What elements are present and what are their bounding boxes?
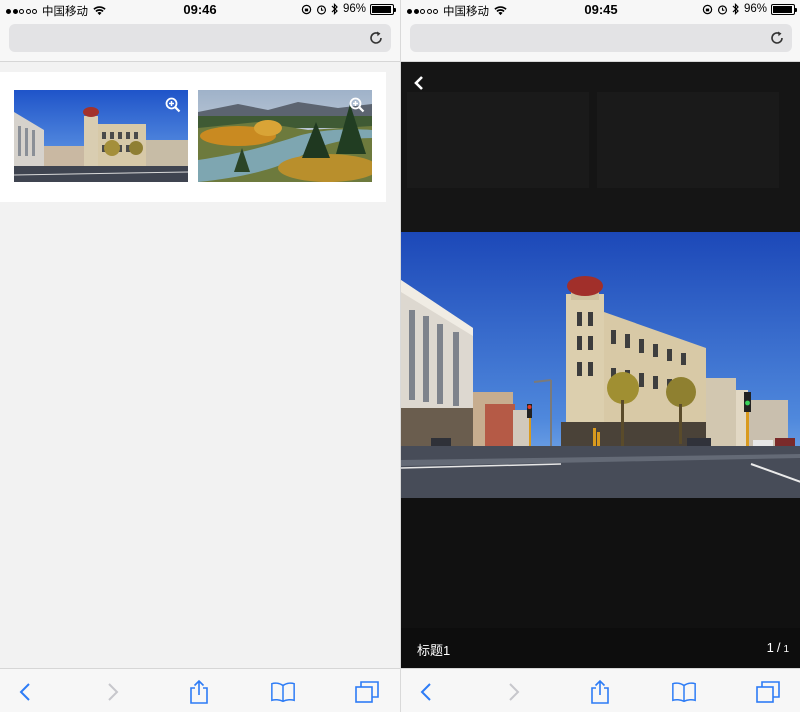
alarm-icon: [316, 4, 327, 14]
gallery-thumbnail-river[interactable]: [198, 90, 372, 182]
dimmed-thumbnail: [597, 92, 779, 188]
bookmarks-icon: [672, 682, 696, 703]
tabs-button[interactable]: [755, 679, 781, 705]
browser-chrome: 中国移动 09:45 96%: [401, 0, 800, 62]
photo-counter-current: 1: [766, 640, 774, 655]
back-button[interactable]: [12, 679, 38, 705]
orientation-lock-icon: [301, 4, 312, 14]
forward-button[interactable]: [501, 679, 527, 705]
share-icon: [591, 679, 609, 704]
safari-toolbar: [0, 668, 400, 712]
share-icon: [190, 679, 208, 704]
right-phone-screen: 中国移动 09:45 96% 标题1 1 / 1: [400, 0, 800, 712]
photo-counter-separator: /: [776, 640, 781, 655]
bluetooth-icon: [732, 3, 739, 15]
tabs-icon: [355, 681, 379, 703]
left-phone-screen: 中国移动 09:46 96%: [0, 0, 400, 712]
address-bar[interactable]: [9, 24, 391, 52]
photo-caption-bar: 标题1 1/1: [401, 628, 800, 668]
bookmarks-button[interactable]: [270, 679, 296, 705]
reload-icon[interactable]: [368, 30, 384, 46]
bookmarks-icon: [271, 682, 295, 703]
dimmed-thumbnail: [407, 92, 589, 188]
photo-counter: 1/1: [767, 640, 789, 655]
browser-chrome: 中国移动 09:46 96%: [0, 0, 400, 62]
battery-percent: 96%: [342, 3, 366, 15]
tabs-icon: [756, 681, 780, 703]
fullscreen-photo[interactable]: [401, 232, 800, 498]
status-bar: 中国移动 09:45 96%: [401, 0, 800, 20]
battery-icon: [370, 3, 396, 15]
zoom-in-icon[interactable]: [165, 97, 181, 113]
photo-caption: 标题1: [417, 643, 451, 658]
viewer-overlay-top: [401, 62, 800, 232]
back-icon: [420, 683, 431, 701]
alarm-icon: [717, 4, 728, 14]
gallery-thumbnail-street[interactable]: [14, 90, 188, 182]
image-gallery: [0, 72, 386, 202]
reload-icon[interactable]: [769, 30, 785, 46]
forward-button[interactable]: [100, 679, 126, 705]
tabs-button[interactable]: [354, 679, 380, 705]
safari-toolbar: [401, 668, 800, 712]
viewer-back-icon[interactable]: [411, 74, 427, 92]
address-bar[interactable]: [410, 24, 792, 52]
zoom-in-icon[interactable]: [349, 97, 365, 113]
forward-icon: [108, 683, 119, 701]
share-button[interactable]: [587, 679, 613, 705]
bluetooth-icon: [331, 3, 338, 15]
back-button[interactable]: [413, 679, 439, 705]
share-button[interactable]: [186, 679, 212, 705]
bookmarks-button[interactable]: [671, 679, 697, 705]
orientation-lock-icon: [702, 4, 713, 14]
battery-percent: 96%: [743, 3, 767, 15]
photo-counter-total: 1: [783, 644, 789, 655]
status-bar: 中国移动 09:46 96%: [0, 0, 400, 20]
forward-icon: [509, 683, 520, 701]
battery-icon: [771, 3, 797, 15]
back-icon: [19, 683, 30, 701]
